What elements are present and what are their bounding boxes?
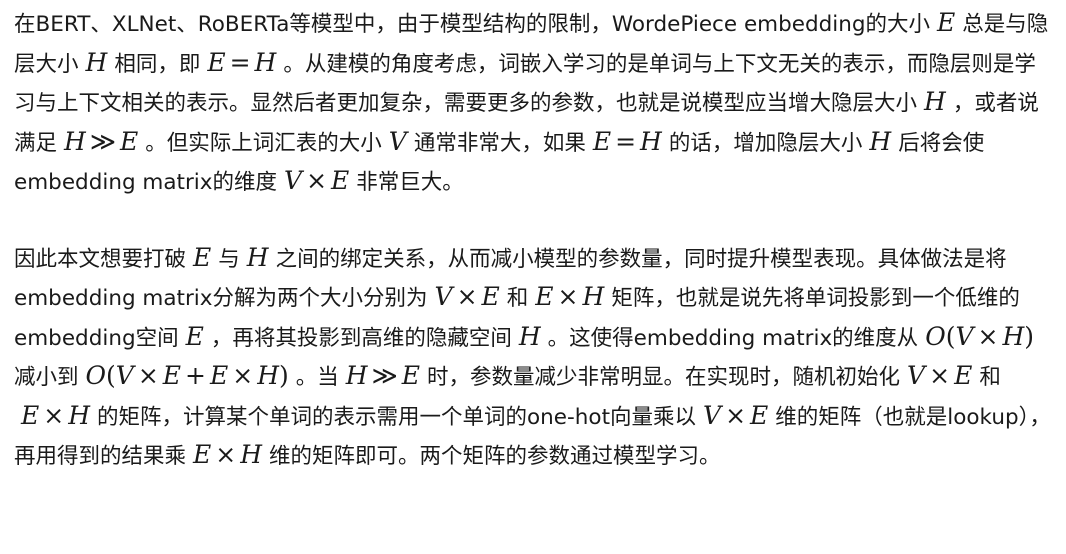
paragraph-1: 在BERT、XLNet、RoBERTa等模型中，由于模型结构的限制，WordeP…: [14, 4, 1052, 202]
text-run: 和: [979, 365, 1001, 390]
math-expression: E = H: [592, 126, 662, 156]
text-run: 非常巨大。: [356, 170, 464, 195]
math-expression: E: [185, 321, 204, 351]
text-run: 的矩阵，计算某个单词的表示需用一个单词的one-hot向量乘以: [97, 404, 696, 430]
text-run: 。这使得embedding matrix的维度从: [547, 325, 919, 351]
math-expression: E = H: [207, 47, 277, 77]
math-expression: E × H: [193, 440, 263, 469]
text-run: 通常非常大，如果: [413, 130, 586, 156]
text-run: 。当: [295, 365, 339, 390]
math-expression: H: [85, 47, 108, 77]
text-run: 与: [218, 246, 240, 272]
text-run: 在BERT、XLNet、RoBERTa等模型中，由于模型结构的限制，WordeP…: [14, 12, 931, 37]
math-expression: E: [193, 242, 212, 272]
math-expression: V × E: [703, 400, 769, 430]
math-expression: E × H: [21, 400, 91, 430]
document-body: 在BERT、XLNet、RoBERTa等模型中，由于模型结构的限制，WordeP…: [0, 0, 1066, 554]
math-expression: H: [924, 87, 946, 116]
text-run: 的话，增加隐层大小: [668, 130, 863, 156]
math-expression: H ≫ E: [345, 361, 421, 390]
math-expression: H ≫ E: [64, 126, 139, 156]
text-run: 时，参数量减少非常明显。在实现时，随机初始化: [427, 365, 901, 390]
text-run: 因此本文想要打破: [14, 246, 187, 272]
math-expression: E × H: [535, 282, 605, 311]
math-expression: V × E: [284, 166, 350, 195]
text-run: ，再将其投影到高维的隐藏空间: [210, 325, 512, 351]
math-expression: E: [937, 8, 956, 37]
text-run: 。但实际上词汇表的大小: [145, 130, 382, 156]
text-run: 维的矩阵即可。两个矩阵的参数通过模型学习。: [269, 444, 721, 469]
math-expression: O(V × E + E × H): [85, 361, 289, 390]
text-run: 减小到: [14, 365, 79, 390]
math-expression: H: [246, 242, 269, 272]
math-expression: V × E: [907, 361, 973, 390]
math-expression: O(V × H): [925, 321, 1035, 351]
paragraph-2: 因此本文想要打破 E 与 H 之间的绑定关系，从而减小模型的参数量，同时提升模型表现。具…: [14, 239, 1052, 476]
math-expression: H: [518, 321, 541, 351]
math-expression: V: [388, 126, 407, 156]
math-expression: V × E: [434, 282, 500, 311]
text-run: 和: [506, 286, 529, 311]
text-run: 相同，即: [114, 51, 201, 77]
math-expression: H: [869, 126, 892, 156]
